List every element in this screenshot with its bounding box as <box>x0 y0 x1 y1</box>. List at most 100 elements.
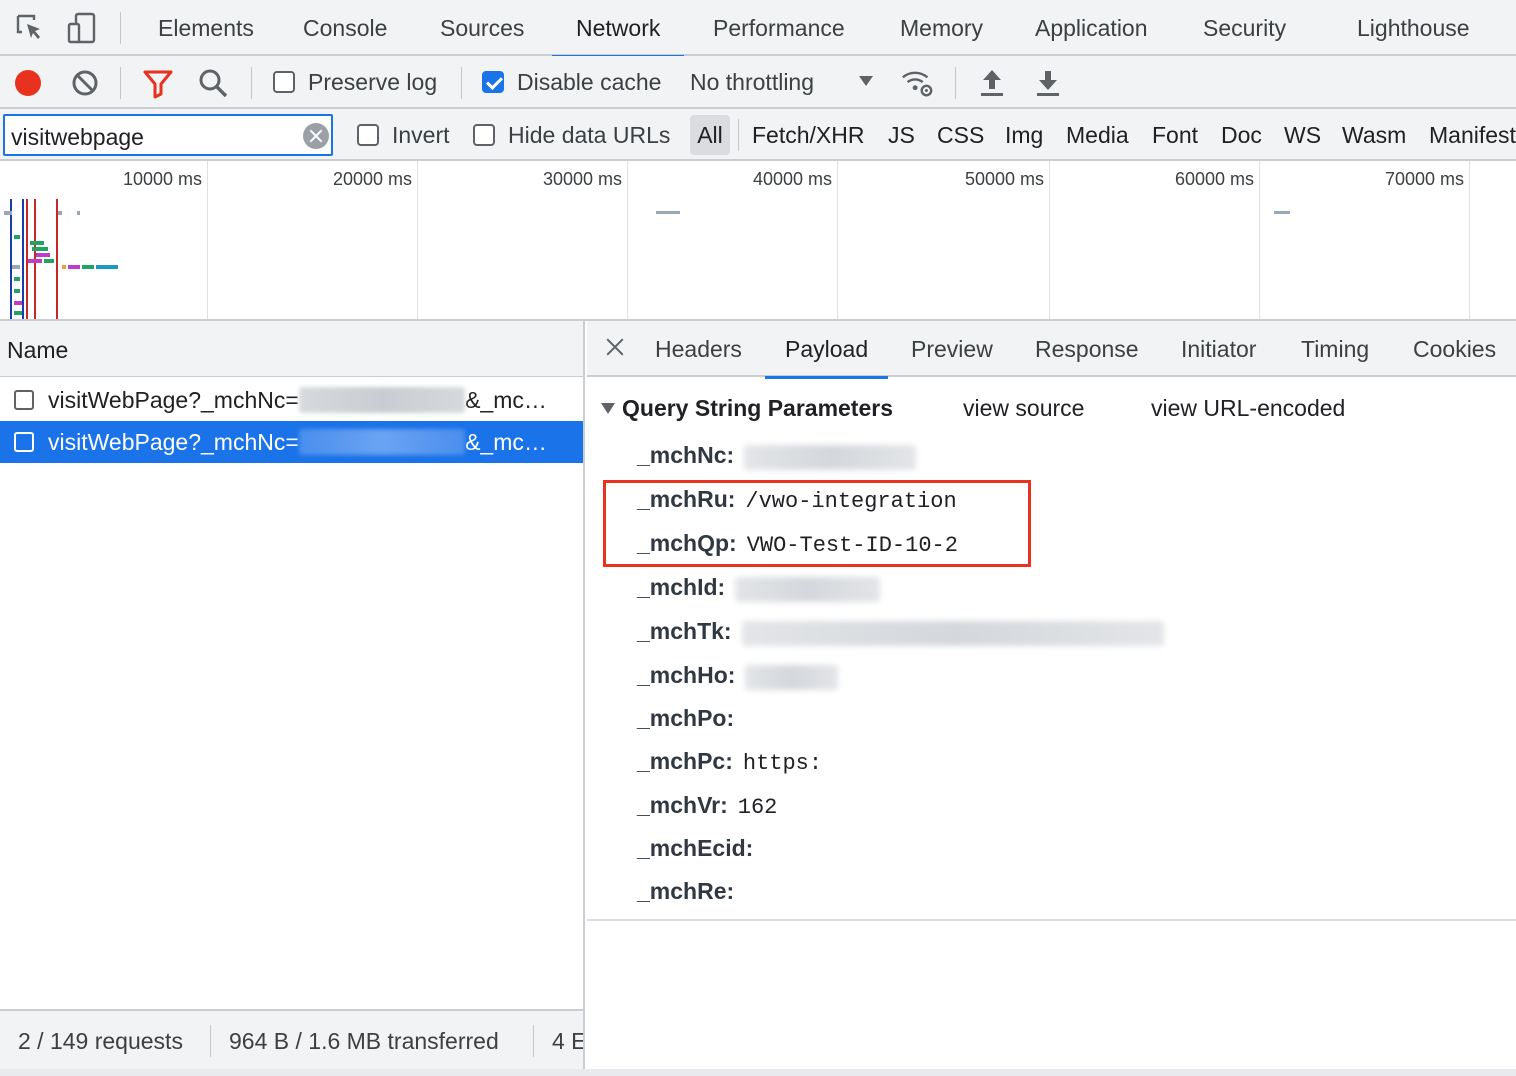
request-bar <box>4 211 12 215</box>
type-filter-wasm[interactable]: Wasm <box>1342 115 1406 155</box>
param-key: _mchPo: <box>637 705 735 731</box>
devtools-tab-network[interactable]: Network <box>551 0 685 58</box>
view-source-link[interactable]: view source <box>963 393 1084 423</box>
request-name-hidden: 1669791638319 <box>298 387 466 413</box>
param-value: 687-100-335 <box>735 577 881 602</box>
type-filter-doc[interactable]: Doc <box>1221 115 1262 155</box>
toolbar-separator <box>738 119 739 151</box>
type-filter-manifest[interactable]: Manifest <box>1429 115 1516 155</box>
request-bar <box>1274 211 1290 214</box>
invert-checkbox[interactable] <box>357 124 379 146</box>
param-key: _mchId: <box>637 574 726 600</box>
network-conditions-icon[interactable] <box>900 66 934 100</box>
tab-initiator[interactable]: Initiator <box>1181 321 1256 377</box>
inspect-element-icon[interactable] <box>12 10 48 46</box>
query-param-row[interactable]: _mchTk: _mch-vwo.com-1662403888851-28561 <box>637 613 1165 649</box>
param-key: _mchNc: <box>637 442 735 468</box>
request-row[interactable]: visitWebPage?_mchNc=1669791638319&_mc… <box>0 379 583 421</box>
devtools-tab-sources[interactable]: Sources <box>440 0 524 56</box>
devtools-tab-application[interactable]: Application <box>1035 0 1148 56</box>
timeline-tick-label: 20000 ms <box>332 169 412 189</box>
type-filter-fetch-xhr[interactable]: Fetch/XHR <box>752 115 864 155</box>
throttling-select[interactable]: No throttling <box>690 69 814 96</box>
request-bar <box>14 277 20 281</box>
type-filter-ws[interactable]: WS <box>1284 115 1321 155</box>
load-event-marker <box>56 199 58 319</box>
transferred-size: 964 B / 1.6 MB transferred <box>229 1028 499 1054</box>
type-filter-font[interactable]: Font <box>1152 115 1198 155</box>
view-url-encoded-link[interactable]: view URL-encoded <box>1151 393 1345 423</box>
timeline-tick-label: 50000 ms <box>964 169 1044 189</box>
param-key: _mchHo: <box>637 662 736 688</box>
request-bar <box>12 265 20 269</box>
type-filter-img[interactable]: Img <box>1005 115 1043 155</box>
filter-icon[interactable] <box>141 66 175 100</box>
request-bar <box>14 289 20 293</box>
tab-cookies[interactable]: Cookies <box>1413 321 1496 377</box>
devtools-tab-console[interactable]: Console <box>303 0 387 56</box>
network-overview-timeline[interactable]: 10000 ms 20000 ms 30000 ms 40000 ms 5000… <box>0 161 1516 321</box>
device-toolbar-icon[interactable] <box>64 10 100 46</box>
timeline-tick-label: 10000 ms <box>122 169 202 189</box>
filter-input[interactable] <box>3 114 333 156</box>
devtools-tab-elements[interactable]: Elements <box>158 0 254 56</box>
invert-label: Invert <box>392 122 450 148</box>
name-column-header[interactable]: Name <box>0 321 583 377</box>
timeline-gridline <box>1049 161 1050 319</box>
request-bar <box>62 265 66 269</box>
query-param-row[interactable]: _mchEcid: <box>637 830 763 866</box>
tab-timing[interactable]: Timing <box>1301 321 1369 377</box>
disable-cache-checkbox[interactable] <box>482 71 504 93</box>
timeline-tick-label: 70000 ms <box>1384 169 1464 189</box>
request-bar <box>36 253 50 257</box>
devtools-tab-memory[interactable]: Memory <box>900 0 983 56</box>
preserve-log-checkbox[interactable] <box>273 71 295 93</box>
timeline-gridline <box>1469 161 1470 319</box>
devtools-tab-security[interactable]: Security <box>1203 0 1286 56</box>
request-name-suffix: &_mc… <box>465 429 547 455</box>
tab-payload[interactable]: Payload <box>764 321 889 379</box>
devtools-tab-lighthouse[interactable]: Lighthouse <box>1357 0 1470 56</box>
query-param-row[interactable]: _mchPo: <box>637 700 744 736</box>
network-status-bar: 2 / 149 requests 964 B / 1.6 MB transfer… <box>0 1009 585 1069</box>
tab-preview[interactable]: Preview <box>911 321 993 377</box>
request-details-panel: Headers Payload Preview Response Initiat… <box>587 321 1516 1069</box>
query-param-row[interactable]: _mchHo: vwo.com <box>637 657 838 693</box>
query-param-row[interactable]: _mchId: 687-100-335 <box>637 569 881 605</box>
hide-data-urls-checkbox[interactable] <box>473 124 495 146</box>
type-filter-js[interactable]: JS <box>888 115 915 155</box>
section-divider <box>587 919 1516 921</box>
param-key: _mchVr: <box>637 792 728 818</box>
status-separator <box>210 1025 211 1057</box>
query-param-row[interactable]: _mchPc: https: <box>637 743 822 779</box>
request-row-selected[interactable]: visitWebPage?_mchNc=1669791701813&_mc… <box>0 421 583 463</box>
clear-icon[interactable] <box>68 66 102 100</box>
filter-bar: Invert Hide data URLs All Fetch/XHR JS C… <box>0 109 1516 161</box>
tab-headers[interactable]: Headers <box>655 321 742 377</box>
query-param-row[interactable]: _mchRe: <box>637 873 744 909</box>
export-har-icon[interactable] <box>1031 66 1065 100</box>
clear-filter-icon[interactable] <box>303 123 329 149</box>
disable-cache-label: Disable cache <box>517 69 662 95</box>
triangle-down-icon <box>601 403 615 414</box>
resources-size: 4 E <box>552 1028 585 1054</box>
type-filter-css[interactable]: CSS <box>937 115 984 155</box>
query-param-row[interactable]: _mchNc: 1669791701813 <box>637 437 916 473</box>
param-value: vwo.com <box>745 665 838 690</box>
toolbar-separator <box>120 12 121 44</box>
type-filter-all[interactable]: All <box>690 115 730 155</box>
request-bar <box>44 259 54 263</box>
chevron-down-icon[interactable] <box>858 75 874 87</box>
request-list: Name visitWebPage?_mchNc=1669791638319&_… <box>0 321 585 1009</box>
param-key: _mchRe: <box>637 878 735 904</box>
search-icon[interactable] <box>196 66 230 100</box>
devtools-tab-performance[interactable]: Performance <box>713 0 845 56</box>
import-har-icon[interactable] <box>975 66 1009 100</box>
close-icon[interactable] <box>603 335 627 359</box>
type-filter-media[interactable]: Media <box>1066 115 1129 155</box>
record-icon[interactable] <box>11 66 45 100</box>
tab-response[interactable]: Response <box>1035 321 1139 377</box>
query-string-section-header[interactable]: Query String Parameters <box>601 393 893 423</box>
query-param-row[interactable]: _mchVr: 162 <box>637 787 777 823</box>
param-value: 1669791701813 <box>744 445 916 470</box>
